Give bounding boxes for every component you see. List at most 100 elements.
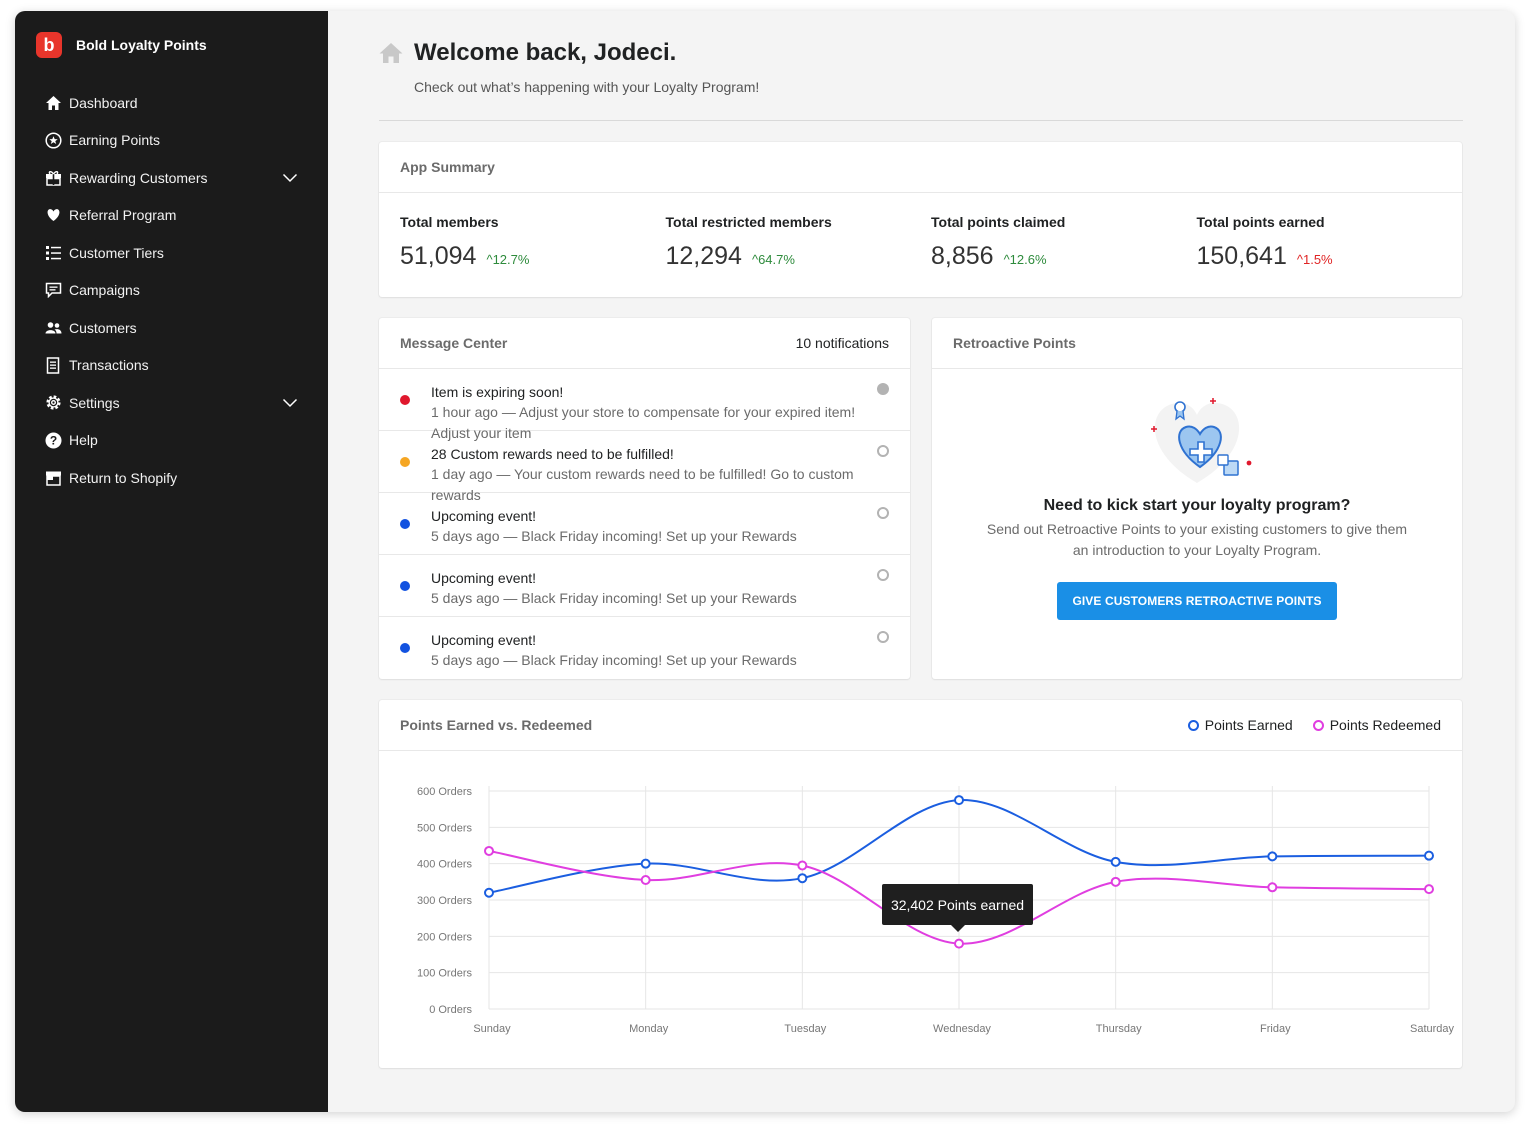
- chat-icon: [44, 281, 62, 299]
- stat-change-value: 12.7%: [492, 252, 530, 267]
- card-title: App Summary: [400, 159, 495, 175]
- x-tick-label: Wednesday: [933, 1023, 991, 1035]
- message-desc: 5 days ago — Black Friday incoming! Set …: [431, 590, 797, 606]
- store-icon: [44, 469, 62, 487]
- point-redeemed: [1267, 882, 1278, 893]
- x-tick-label: Sunday: [473, 1023, 511, 1035]
- sidebar-item-campaigns[interactable]: Campaigns: [15, 272, 328, 310]
- stat-change-value: 12.6%: [1009, 252, 1047, 267]
- sidebar-item-customer-tiers[interactable]: Customer Tiers: [15, 234, 328, 272]
- stat-total-members: Total members 51,094 ^12.7%: [400, 193, 666, 271]
- point-earned: [1110, 856, 1121, 867]
- legend-item-redeemed[interactable]: Points Redeemed: [1312, 717, 1441, 733]
- message-item[interactable]: Upcoming event! 5 days ago — Black Friday…: [379, 617, 910, 679]
- points-chart-card: Points Earned vs. Redeemed Points Earned…: [379, 700, 1462, 1068]
- sidebar-item-label: Help: [69, 432, 98, 449]
- page-title: Welcome back, Jodeci.: [414, 39, 677, 66]
- sidebar-item-customers[interactable]: Customers: [15, 309, 328, 347]
- chevron-down-icon[interactable]: [282, 395, 298, 413]
- unread-status-icon[interactable]: [877, 445, 889, 457]
- sidebar-item-dashboard[interactable]: Dashboard: [15, 84, 328, 122]
- unread-status-icon[interactable]: [877, 507, 889, 519]
- legend-label: Points Redeemed: [1329, 717, 1441, 733]
- sidebar-item-label: Referral Program: [69, 207, 177, 224]
- sidebar-item-label: Earning Points: [69, 132, 161, 149]
- message-list: Item is expiring soon! 1 hour ago — Adjus…: [379, 369, 910, 679]
- chart-title: Points Earned vs. Redeemed: [400, 717, 593, 733]
- point-earned: [484, 887, 494, 898]
- sidebar-item-rewarding-customers[interactable]: Rewarding Customers: [15, 159, 328, 197]
- stat-value: 51,094: [400, 242, 477, 270]
- app-summary-card: App Summary Total members 51,094 ^12.7% T…: [379, 142, 1462, 297]
- retro-body: Need to kick start your loyalty program?…: [932, 391, 1462, 620]
- legend-item-earned[interactable]: Points Earned: [1187, 717, 1293, 733]
- y-tick-label: 400 Orders: [417, 859, 473, 871]
- stat-value: 12,294: [665, 242, 742, 270]
- star-circle-icon: [44, 131, 62, 149]
- stat-label: Total members: [400, 214, 499, 230]
- sidebar-item-settings[interactable]: Settings: [15, 384, 328, 422]
- retroactive-points-card: Retroactive Points Need to kick start yo…: [932, 318, 1462, 679]
- stat-value: 150,641: [1196, 242, 1287, 270]
- legend-label: Points Earned: [1204, 717, 1293, 733]
- sidebar-item-referral-program[interactable]: Referral Program: [15, 197, 328, 235]
- point-earned: [797, 873, 808, 884]
- message-item[interactable]: Item is expiring soon! 1 hour ago — Adjus…: [379, 369, 910, 441]
- legend-marker: [1312, 719, 1324, 731]
- sidebar-item-transactions[interactable]: Transactions: [15, 347, 328, 385]
- message-item[interactable]: Upcoming event! 5 days ago — Black Friday…: [379, 493, 910, 555]
- bold-logo-icon: b: [36, 32, 62, 58]
- stat-label: Total points claimed: [931, 214, 1066, 230]
- help-icon: ?: [44, 431, 62, 449]
- point-earned: [1267, 851, 1278, 862]
- message-title: 28 Custom rewards need to be fulfilled!: [431, 446, 674, 462]
- users-icon: [44, 319, 62, 337]
- x-tick-label: Saturday: [1410, 1023, 1455, 1035]
- gift-icon: [44, 169, 62, 187]
- stat-label: Total restricted members: [665, 214, 832, 230]
- retro-description: Send out Retroactive Points to your exis…: [932, 519, 1462, 561]
- chevron-down-icon[interactable]: [282, 170, 298, 188]
- message-item[interactable]: 28 Custom rewards need to be fulfilled! 1…: [379, 431, 910, 503]
- point-earned: [954, 795, 964, 806]
- give-retroactive-points-button[interactable]: GIVE CUSTOMERS RETROACTIVE POINTS: [1057, 582, 1337, 620]
- brand-name: Bold Loyalty Points: [76, 37, 207, 53]
- gear-icon: [44, 394, 62, 412]
- point-redeemed: [640, 875, 651, 886]
- x-tick-label: Monday: [629, 1023, 669, 1035]
- stat-value: 8,856: [931, 242, 994, 270]
- sidebar: b Bold Loyalty Points Dashboard Earning …: [15, 11, 328, 1112]
- chart-tooltip: 32,402 Points earned: [882, 884, 1033, 932]
- unread-status-icon[interactable]: [877, 569, 889, 581]
- sidebar-item-label: Transactions: [69, 357, 149, 374]
- chart-legend: Points Earned Points Redeemed: [1168, 717, 1441, 733]
- stat-change: ^12.7%: [486, 252, 530, 267]
- card-title: Message Center: [400, 335, 508, 351]
- message-center-card: Message Center 10 notifications Item is …: [379, 318, 910, 679]
- sidebar-item-return-to-shopify[interactable]: Return to Shopify: [15, 459, 328, 497]
- point-earned: [640, 858, 651, 869]
- point-redeemed: [797, 860, 808, 871]
- priority-dot: [400, 457, 410, 467]
- card-header: Points Earned vs. Redeemed Points Earned…: [379, 700, 1462, 751]
- page-subtitle: Check out what’s happening with your Loy…: [414, 79, 760, 95]
- loyalty-heart-illustration: [932, 391, 1462, 487]
- stat-total-points-claimed: Total points claimed 8,856 ^12.6%: [931, 193, 1197, 271]
- brand[interactable]: b Bold Loyalty Points: [36, 32, 207, 58]
- sidebar-item-help[interactable]: ? Help: [15, 422, 328, 460]
- notification-count[interactable]: 10 notifications: [796, 335, 889, 351]
- y-tick-label: 200 Orders: [417, 931, 473, 943]
- priority-dot: [400, 643, 410, 653]
- legend-marker: [1187, 719, 1199, 731]
- unread-status-icon[interactable]: [877, 631, 889, 643]
- sidebar-item-earning-points[interactable]: Earning Points: [15, 122, 328, 160]
- sidebar-item-label: Campaigns: [69, 282, 140, 299]
- card-header: App Summary: [379, 142, 1462, 193]
- read-status-icon[interactable]: [877, 383, 889, 395]
- x-tick-label: Tuesday: [784, 1023, 826, 1035]
- message-title: Upcoming event!: [431, 570, 537, 586]
- sidebar-item-label: Settings: [69, 394, 120, 411]
- x-tick-label: Friday: [1260, 1023, 1291, 1035]
- stat-change: ^1.5%: [1296, 252, 1333, 267]
- message-item[interactable]: Upcoming event! 5 days ago — Black Friday…: [379, 555, 910, 617]
